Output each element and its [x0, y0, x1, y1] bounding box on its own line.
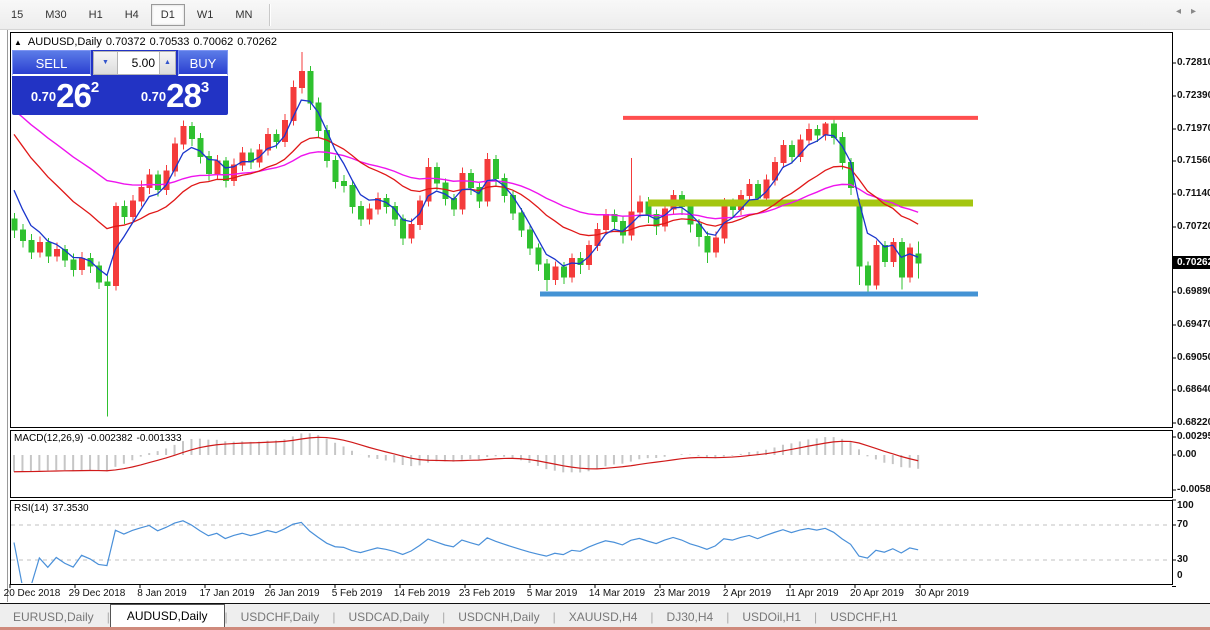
chart-symbol: AUDUSD,Daily	[28, 36, 102, 48]
timeframe-toolbar: 15M30H1H4D1W1MN	[0, 0, 1210, 30]
timeframe-button-h4[interactable]: H4	[115, 4, 149, 26]
chart-title: ▲ AUDUSD,Daily 0.70372 0.705330.70062 0.7026…	[14, 36, 281, 48]
toolbar-separator	[269, 4, 270, 26]
tab-usdcnh-daily[interactable]: USDCNH,Daily	[445, 606, 552, 628]
bid-main: 26	[56, 77, 91, 114]
date-label: 8 Jan 2019	[137, 588, 187, 599]
timeframe-button-w1[interactable]: W1	[187, 4, 224, 26]
ask-price-display[interactable]: 0.70283	[122, 77, 228, 115]
macd-indicator-label: MACD(12,26,9) -0.002382 -0.001333	[14, 433, 186, 444]
rsi-indicator-label: RSI(14) 37.3530	[14, 503, 93, 514]
rsi-axis-label: 70	[1177, 519, 1188, 530]
timeframe-button-d1[interactable]: D1	[151, 4, 185, 26]
price-axis-label: 0.68640	[1177, 384, 1210, 395]
macd-axis-label: -0.00582	[1177, 484, 1210, 495]
ask-superscript: 3	[201, 79, 209, 96]
price-axis-label: 0.69890	[1177, 286, 1210, 297]
ohlc-close: 0.70262	[237, 36, 277, 48]
tab-eurusd-daily[interactable]: EURUSD,Daily	[0, 606, 107, 628]
bid-prefix: 0.70	[31, 89, 56, 104]
tab-usdchf-daily[interactable]: USDCHF,Daily	[228, 606, 333, 628]
ask-main: 28	[166, 77, 201, 114]
date-label: 5 Mar 2019	[527, 588, 578, 599]
tab-usdchf-h1[interactable]: USDCHF,H1	[817, 606, 910, 628]
volume-increase-button[interactable]: ▲	[159, 51, 176, 75]
rsi-line	[14, 521, 918, 586]
ask-prefix: 0.70	[141, 89, 166, 104]
date-label: 23 Mar 2019	[654, 588, 710, 599]
chart-tab-bar: EURUSD,Daily|AUDUSD,Daily|USDCHF,Daily|U…	[0, 603, 1210, 628]
price-axis-label: 0.68220	[1177, 417, 1210, 428]
price-axis-label: 0.69050	[1177, 352, 1210, 363]
ohlc-high: 0.70533	[150, 36, 190, 48]
date-label: 2 Apr 2019	[723, 588, 771, 599]
rsi-value: 37.3530	[52, 503, 88, 514]
price-axis-label: 0.70720	[1177, 221, 1210, 232]
rsi-axis-label: 0	[1177, 570, 1183, 581]
date-label: 26 Jan 2019	[264, 588, 319, 599]
timeframe-button-mn[interactable]: MN	[225, 4, 262, 26]
sell-button[interactable]: SELL	[12, 50, 91, 76]
tab-dj30-h4[interactable]: DJ30,H4	[654, 606, 727, 628]
price-axis-label: 0.71140	[1177, 188, 1210, 199]
collapse-triangle-icon[interactable]: ▲	[14, 38, 22, 47]
date-label: 23 Feb 2019	[459, 588, 515, 599]
date-label: 20 Apr 2019	[850, 588, 904, 599]
rsi-panel-frame	[11, 501, 1173, 585]
timeframe-button-15[interactable]: 15	[1, 4, 33, 26]
timeframe-button-h1[interactable]: H1	[79, 4, 113, 26]
buy-button[interactable]: BUY	[178, 50, 228, 76]
price-axis-label: 0.71560	[1177, 155, 1210, 166]
macd-axis-label: 0.002957	[1177, 431, 1210, 442]
date-label: 20 Dec 2018	[4, 588, 61, 599]
rsi-axis-label: 100	[1177, 500, 1194, 511]
rsi-axis-label: 30	[1177, 554, 1188, 565]
date-label: 30 Apr 2019	[915, 588, 969, 599]
chart-window: ▲AUDUSD,Daily0.703720.705330.700620.7026…	[0, 30, 1210, 603]
timeframe-button-m30[interactable]: M30	[35, 4, 76, 26]
rsi-name: RSI(14)	[14, 503, 48, 514]
bid-price-display[interactable]: 0.70262	[12, 77, 118, 115]
volume-input[interactable]: 5.00	[117, 51, 160, 75]
date-label: 17 Jan 2019	[199, 588, 254, 599]
rsi-series	[11, 521, 1171, 586]
tab-scroll-right-icon[interactable]: ▸	[1191, 6, 1206, 17]
chart-canvas[interactable]	[0, 30, 1210, 603]
tab-scroll-arrows: ◂▸	[1176, 6, 1206, 17]
tab-scroll-left-icon[interactable]: ◂	[1176, 6, 1191, 17]
date-label: 14 Mar 2019	[589, 588, 645, 599]
ohlc-open: 0.70372	[106, 36, 146, 48]
ohlc-low: 0.70062	[193, 36, 233, 48]
one-click-trade-panel: SELL ▼ 5.00 ▲ BUY 0.70262 0.70283	[12, 50, 228, 115]
price-axis-label: 0.72390	[1177, 90, 1210, 101]
date-label: 14 Feb 2019	[394, 588, 450, 599]
tab-xauusd-h4[interactable]: XAUUSD,H4	[556, 606, 651, 628]
tab-usdoil-h1[interactable]: USDOil,H1	[729, 606, 814, 628]
volume-decrease-button[interactable]: ▼	[93, 51, 118, 75]
macd-signal-value: -0.001333	[137, 433, 182, 444]
date-label: 11 Apr 2019	[785, 588, 838, 599]
price-axis-label: 0.71970	[1177, 123, 1210, 134]
bid-superscript: 2	[91, 79, 99, 96]
macd-name: MACD(12,26,9)	[14, 433, 83, 444]
tab-usdcad-daily[interactable]: USDCAD,Daily	[335, 606, 442, 628]
current-price-badge: 0.70262	[1172, 256, 1210, 269]
price-axis-label: 0.72810	[1177, 57, 1210, 68]
price-axis-label: 0.69470	[1177, 319, 1210, 330]
tab-audusd-daily[interactable]: AUDUSD,Daily	[110, 604, 225, 628]
date-label: 29 Dec 2018	[69, 588, 126, 599]
macd-value: -0.002382	[87, 433, 132, 444]
macd-axis-label: 0.00	[1177, 449, 1196, 460]
date-label: 5 Feb 2019	[332, 588, 383, 599]
